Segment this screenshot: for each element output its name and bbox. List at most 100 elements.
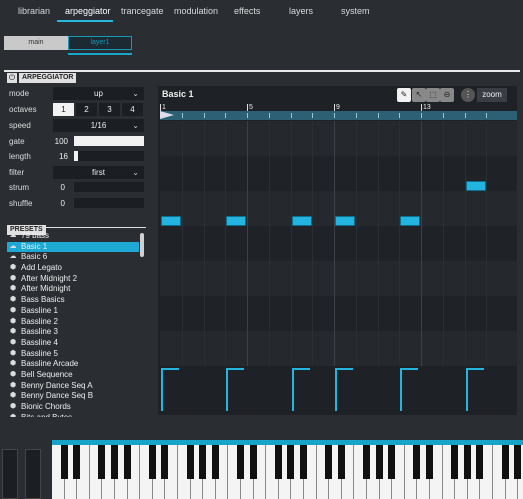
preset-item[interactable]: ⬢ Benny Dance Seq B <box>7 391 139 402</box>
tab-system[interactable]: system <box>341 6 370 16</box>
black-key[interactable] <box>98 445 106 479</box>
octave-button-4[interactable]: 4 <box>122 103 143 116</box>
strum-slider[interactable] <box>74 182 144 192</box>
zoom-button[interactable]: zoom <box>477 88 507 102</box>
gate-slider[interactable] <box>74 136 144 146</box>
octave-button-1[interactable]: 1 <box>53 103 74 116</box>
velocity-bar[interactable] <box>335 368 337 411</box>
velocity-bar[interactable] <box>400 368 403 411</box>
velocity-bar[interactable] <box>291 368 294 411</box>
black-key[interactable] <box>73 445 81 479</box>
black-key[interactable] <box>300 445 307 479</box>
velocity-lane[interactable] <box>160 368 517 413</box>
velocity-bar[interactable] <box>226 368 229 411</box>
tab-modulation[interactable]: modulation <box>174 6 218 16</box>
black-key[interactable] <box>237 445 244 479</box>
black-key[interactable] <box>375 445 383 479</box>
tab-trancegate[interactable]: trancegate <box>121 6 164 16</box>
black-key[interactable] <box>501 445 509 479</box>
arp-note[interactable] <box>226 215 247 226</box>
filter-dropdown[interactable]: first ⌄ <box>53 166 144 179</box>
black-key[interactable] <box>426 445 433 479</box>
cloud-icon: ☁ <box>9 232 17 239</box>
black-key[interactable] <box>476 445 484 479</box>
piano-keyboard[interactable] <box>52 445 523 499</box>
mod-wheel[interactable] <box>25 449 41 499</box>
select-icon[interactable]: ⬚ <box>426 88 440 102</box>
preset-item[interactable]: ⬢ Bassline 4 <box>7 338 139 349</box>
loop-bar[interactable] <box>160 111 517 120</box>
gate-label: gate <box>9 137 25 146</box>
black-key[interactable] <box>186 445 194 479</box>
preset-item[interactable]: ⬢ After Midnight <box>7 284 139 295</box>
preset-item[interactable]: ⬢ Bassline 1 <box>7 306 139 317</box>
pencil-icon[interactable]: ✎ <box>397 88 411 102</box>
black-key[interactable] <box>148 445 156 479</box>
black-key[interactable] <box>451 445 459 479</box>
tab-arpeggiator[interactable]: arpeggiator <box>65 6 111 16</box>
power-icon[interactable]: ⏻ <box>7 72 17 83</box>
velocity-cap <box>291 368 310 370</box>
preset-item[interactable]: ⬢ Bass Basics <box>7 295 139 306</box>
arp-note[interactable] <box>400 215 421 226</box>
black-key[interactable] <box>60 445 68 479</box>
black-key[interactable] <box>514 445 522 479</box>
black-key[interactable] <box>325 445 333 479</box>
black-key[interactable] <box>463 445 471 479</box>
pointer-icon[interactable]: ↖ <box>412 88 426 102</box>
velocity-cap <box>335 368 353 370</box>
octave-button-2[interactable]: 2 <box>76 103 97 116</box>
arp-note[interactable] <box>465 180 486 191</box>
octave-button-3[interactable]: 3 <box>99 103 120 116</box>
layer-tab-main[interactable]: main <box>4 36 68 50</box>
preset-item[interactable]: ⬢ Bell Sequence <box>7 370 139 381</box>
preset-item[interactable]: ☁ 79 bass <box>7 231 139 242</box>
velocity-bar[interactable] <box>161 368 163 411</box>
tab-librarian[interactable]: librarian <box>18 6 50 16</box>
speed-dropdown[interactable]: 1/16 ⌄ <box>53 119 144 132</box>
pattern-name: Basic 1 <box>162 89 194 99</box>
black-key[interactable] <box>337 445 345 479</box>
preset-item[interactable]: ⬢ After Midnight 2 <box>7 274 139 285</box>
black-key[interactable] <box>111 445 118 479</box>
erase-icon[interactable]: ⊖ <box>440 88 454 102</box>
layer-tab-layer1[interactable]: layer1 <box>68 36 132 50</box>
preset-item[interactable]: ☁ Basic 1 <box>7 241 139 253</box>
preset-item[interactable]: ⬢ Bits and Bytes <box>7 413 139 417</box>
length-slider[interactable] <box>74 151 144 161</box>
black-key[interactable] <box>287 445 295 479</box>
preset-item[interactable]: ⬢ Bassline 3 <box>7 327 139 338</box>
preset-item[interactable]: ⬢ Bionic Chords <box>7 402 139 413</box>
arp-note[interactable] <box>335 215 355 226</box>
black-key[interactable] <box>388 445 396 479</box>
cube-icon: ⬢ <box>9 306 17 314</box>
playhead-icon[interactable] <box>160 111 174 119</box>
arp-note[interactable] <box>291 215 312 226</box>
mode-dropdown[interactable]: up ⌄ <box>53 87 144 100</box>
pitch-wheel[interactable] <box>2 449 18 499</box>
velocity-bar[interactable] <box>465 368 468 411</box>
preset-item[interactable]: ⬢ Bassline 2 <box>7 317 139 328</box>
black-key[interactable] <box>413 445 421 479</box>
black-key[interactable] <box>161 445 169 479</box>
more-options-icon[interactable]: ⋮ <box>461 88 475 102</box>
black-key[interactable] <box>211 445 219 479</box>
black-key[interactable] <box>249 445 257 479</box>
tab-layers[interactable]: layers <box>289 6 313 16</box>
preset-item[interactable]: ⬢ Add Legato <box>7 263 139 274</box>
preset-item[interactable]: ⬢ Bassline 5 <box>7 349 139 360</box>
preset-item[interactable]: ☁ Basic 6 <box>7 252 139 263</box>
tab-effects[interactable]: effects <box>234 6 260 16</box>
black-key[interactable] <box>199 445 207 479</box>
preset-item[interactable]: ⬢ Benny Dance Seq A <box>7 381 139 392</box>
black-key[interactable] <box>363 445 370 479</box>
arp-note[interactable] <box>161 215 181 226</box>
shuffle-slider[interactable] <box>74 198 144 208</box>
step-tick <box>290 113 292 118</box>
preset-item[interactable]: ⬢ Bassline Arcade <box>7 359 139 370</box>
black-key[interactable] <box>274 445 282 479</box>
preset-scrollbar[interactable] <box>140 233 144 257</box>
step-tick <box>486 113 488 118</box>
black-key[interactable] <box>123 445 131 479</box>
note-grid[interactable] <box>160 121 517 366</box>
